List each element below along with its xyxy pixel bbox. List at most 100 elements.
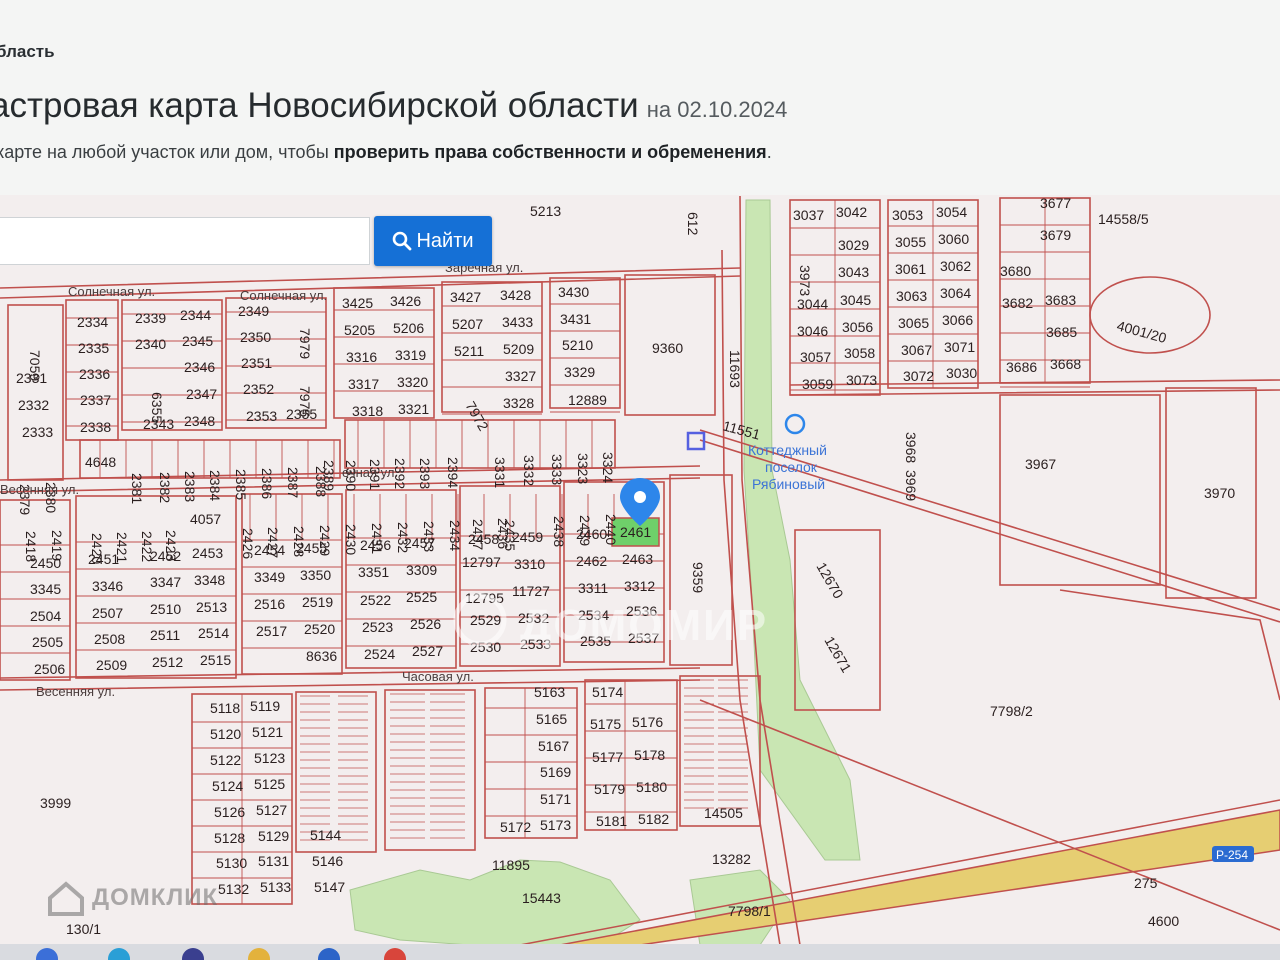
road-sign-label: Р-254 xyxy=(1216,848,1248,862)
parcel-label: 5129 xyxy=(258,828,289,844)
parcel-label: 3310 xyxy=(514,556,545,572)
parcel-label: 2507 xyxy=(92,605,123,621)
parcel-label: 3328 xyxy=(503,395,534,411)
parcel-label: 2434 xyxy=(447,520,463,551)
parcel-label: 2348 xyxy=(184,413,215,429)
parcel-label: 2451 xyxy=(88,551,119,567)
parcel-label: 13282 xyxy=(712,851,751,867)
parcel-label: 3317 xyxy=(348,376,379,392)
parcel-label: 3045 xyxy=(840,292,871,308)
parcel-label: 3427 xyxy=(450,289,481,305)
parcel-label: 3346 xyxy=(92,578,123,594)
parcel-label: 3037 xyxy=(793,207,824,223)
parcel-label: 2523 xyxy=(362,619,393,635)
parcel-label: 5127 xyxy=(256,802,287,818)
parcel-label: 2460 xyxy=(576,526,607,542)
map-canvas[interactable]: 5213612 3037 3042 3053 3054367714558/5397330… xyxy=(0,195,1280,945)
street-label: Весенняя ул. xyxy=(0,482,79,497)
parcel-label: 5174 xyxy=(592,684,623,700)
parcel-label: 2515 xyxy=(200,652,231,668)
parcel-label: 3065 xyxy=(898,315,929,331)
parcel-label: 3999 xyxy=(40,795,71,811)
parcel-label: 2388 xyxy=(313,466,329,497)
parcel-label: 2454 xyxy=(254,542,285,558)
parcel-label: 2459 xyxy=(512,529,543,545)
parcel-label: 3043 xyxy=(838,264,869,280)
parcel-label: 4648 xyxy=(85,454,116,470)
parcel-label: 2504 xyxy=(30,608,61,624)
search-button-label: Найти xyxy=(416,229,474,252)
parcel-label: 11895 xyxy=(492,857,530,873)
parcel-label: 3055 xyxy=(895,234,926,250)
parcel-label: 2510 xyxy=(150,601,181,617)
watermark-logo-text: ДОМКЛИК xyxy=(92,884,219,911)
parcel-label: 3053 xyxy=(892,207,923,223)
parcel-label: 3426 xyxy=(390,293,421,309)
parcel-label: 5172 xyxy=(500,819,531,835)
poi-label-line-1: Коттеджный xyxy=(748,442,827,458)
parcel-label: 3312 xyxy=(624,578,655,594)
parcel-label: 4600 xyxy=(1148,913,1179,929)
parcel-label: 2453 xyxy=(192,545,223,561)
parcel-label: 12797 xyxy=(462,554,501,570)
parcel-label: 2344 xyxy=(180,307,211,323)
parcel-label: 3668 xyxy=(1050,356,1081,372)
parcel-label: 5167 xyxy=(538,738,569,754)
street-label: Весенняя ул. xyxy=(36,684,115,699)
parcel-label: 5121 xyxy=(252,724,283,740)
parcel-label: 2349 xyxy=(238,303,269,319)
parcel-label: 2525 xyxy=(406,589,437,605)
parcel-label: 3349 xyxy=(254,569,285,585)
parcel-label: 15443 xyxy=(522,890,561,906)
parcel-label: 3309 xyxy=(406,562,437,578)
date-value: 02.10.2024 xyxy=(677,97,788,122)
parcel-label: 2513 xyxy=(196,599,227,615)
parcel-label: 3350 xyxy=(300,567,331,583)
parcel-label: 2522 xyxy=(360,592,391,608)
parcel-label: 3059 xyxy=(802,376,833,392)
parcel-label: 3433 xyxy=(502,314,533,330)
parcel-label: 3431 xyxy=(560,311,591,327)
parcel-label: 2524 xyxy=(364,646,395,662)
parcel-label: 2350 xyxy=(240,329,271,345)
parcel-label: 275 xyxy=(1134,875,1158,891)
parcel-label: 2455 xyxy=(296,540,327,556)
parcel-label: 5122 xyxy=(210,752,241,768)
parcel-label: 2381 xyxy=(129,473,145,504)
parcel-label: 2527 xyxy=(412,643,443,659)
parcel-label: 3067 xyxy=(901,342,932,358)
house-logo-icon xyxy=(48,881,84,916)
parcel-label: 2458 xyxy=(468,531,499,547)
parcel-label: 2450 xyxy=(30,555,61,571)
parcel-label: 5128 xyxy=(214,830,245,846)
parcel-label: 5130 xyxy=(216,855,247,871)
parcel-label: 3348 xyxy=(194,572,225,588)
parcel-label: 2526 xyxy=(410,616,441,632)
parcel-label: 5181 xyxy=(596,813,627,829)
parcel-label: 3969 xyxy=(903,470,919,501)
parcel-label: 5180 xyxy=(636,779,667,795)
parcel-label: 5126 xyxy=(214,804,245,820)
parcel-label: 3682 xyxy=(1002,295,1033,311)
street-label: Солнечная ул. xyxy=(240,288,327,303)
search-input[interactable] xyxy=(0,217,370,265)
parcel-label: 5146 xyxy=(312,853,343,869)
region-breadcrumb[interactable]: бласть xyxy=(0,42,55,62)
parcel-label: 3044 xyxy=(797,296,828,312)
parcel-label: 5175 xyxy=(590,716,621,732)
parcel-label: 3347 xyxy=(150,574,181,590)
parcel-label: 5213 xyxy=(530,203,561,219)
parcel-label: 3320 xyxy=(397,374,428,390)
parcel-label: 3063 xyxy=(896,288,927,304)
parcel-label: 3324 xyxy=(600,452,616,483)
parcel-label: 12670 xyxy=(813,560,846,602)
parcel-label: 12671 xyxy=(821,634,854,676)
search-button[interactable]: Найти xyxy=(374,216,492,266)
parcel-label: 5209 xyxy=(503,341,534,357)
parcel-label: 2514 xyxy=(198,625,229,641)
parcel-label: 3062 xyxy=(940,258,971,274)
parcel-label: 3967 xyxy=(1025,456,1056,472)
parcel-label: 2438 xyxy=(551,516,567,547)
parcel-label: 3030 xyxy=(946,365,977,381)
cadastral-map[interactable]: 5213 612 3037 3042 3053 3054 3677 14558/5 3973 30… xyxy=(0,195,1280,945)
